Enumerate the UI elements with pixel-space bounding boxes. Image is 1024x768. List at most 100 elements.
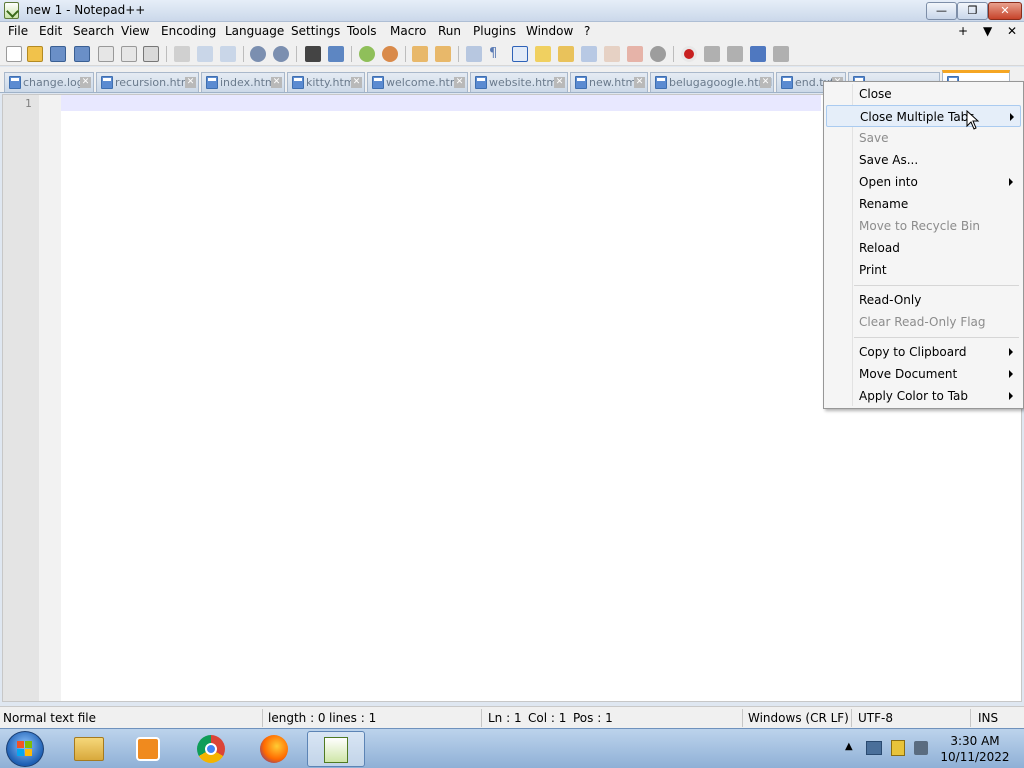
menu-view[interactable]: View — [119, 24, 151, 38]
ctx-clear-read-only-flag[interactable]: Clear Read-Only Flag — [826, 311, 1021, 333]
menu-tools[interactable]: Tools — [345, 24, 379, 38]
action-center-flag-icon[interactable] — [891, 740, 905, 756]
tab-label: website.html — [489, 76, 561, 89]
ctx-save[interactable]: Save — [826, 127, 1021, 149]
sync-horizontal-icon[interactable] — [435, 46, 451, 62]
find-icon[interactable] — [305, 46, 321, 62]
ctx-read-only[interactable]: Read-Only — [826, 289, 1021, 311]
folder-as-workspace-icon[interactable] — [604, 46, 620, 62]
ctx-print[interactable]: Print — [826, 259, 1021, 281]
start-button[interactable] — [6, 731, 44, 767]
ctx-close-multiple-tabs[interactable]: Close Multiple Tabs — [826, 105, 1021, 127]
save-macro-icon[interactable] — [773, 46, 789, 62]
document-icon — [372, 76, 384, 89]
menu-window[interactable]: Window — [524, 24, 575, 38]
tab-welcome-html[interactable]: welcome.html ✕ — [367, 72, 468, 92]
undo-icon[interactable] — [250, 46, 266, 62]
print-icon[interactable] — [143, 46, 159, 62]
save-all-icon[interactable] — [74, 46, 90, 62]
ctx-close[interactable]: Close — [826, 83, 1021, 105]
open-file-icon[interactable] — [27, 46, 43, 62]
tab-index-html[interactable]: index.html ✕ — [201, 72, 285, 92]
tab-belugagoogle-html[interactable]: belugagoogle.html ✕ — [650, 72, 774, 92]
folder-icon — [74, 737, 104, 761]
tab-close-icon[interactable]: ✕ — [351, 77, 362, 88]
taskbar-clock[interactable]: 3:30 AM 10/11/2022 — [940, 733, 1010, 765]
tab-recursion-html[interactable]: recursion.html ✕ — [96, 72, 199, 92]
minimize-button[interactable]: — — [926, 2, 957, 20]
maximize-button[interactable]: ❐ — [957, 2, 988, 20]
clock-time: 3:30 AM — [950, 734, 1000, 748]
tab-new-htm[interactable]: new.htm ✕ — [570, 72, 648, 92]
menu-language[interactable]: Language — [223, 24, 286, 38]
run-macro-multiple-icon[interactable] — [750, 46, 766, 62]
new-file-icon[interactable] — [6, 46, 22, 62]
word-wrap-icon[interactable] — [466, 46, 482, 62]
play-macro-icon[interactable] — [727, 46, 743, 62]
ctx-reload[interactable]: Reload — [826, 237, 1021, 259]
document-icon — [475, 76, 487, 89]
menu-help[interactable]: ? — [582, 24, 592, 38]
taskbar-firefox[interactable] — [245, 731, 303, 767]
menu-macro[interactable]: Macro — [388, 24, 428, 38]
paste-icon[interactable] — [220, 46, 236, 62]
chrome-icon — [197, 735, 225, 763]
zoom-out-icon[interactable] — [382, 46, 398, 62]
ctx-move-to-recycle-bin[interactable]: Move to Recycle Bin — [826, 215, 1021, 237]
tab-website-html[interactable]: website.html ✕ — [470, 72, 568, 92]
menu-encoding[interactable]: Encoding — [159, 24, 218, 38]
close-window-button[interactable]: ✕ — [988, 2, 1022, 20]
sync-vertical-icon[interactable] — [412, 46, 428, 62]
close-file-icon[interactable] — [98, 46, 114, 62]
tab-close-icon[interactable]: ✕ — [634, 77, 645, 88]
doc-switcher-icon[interactable] — [650, 46, 666, 62]
taskbar-notepad-plus-plus[interactable] — [307, 731, 365, 767]
tab-change-log[interactable]: change.log ✕ — [4, 72, 94, 92]
menu-plugins[interactable]: Plugins — [471, 24, 518, 38]
save-icon[interactable] — [50, 46, 66, 62]
menu-edit[interactable]: Edit — [37, 24, 64, 38]
tab-close-icon[interactable]: ✕ — [454, 77, 465, 88]
redo-icon[interactable] — [273, 46, 289, 62]
ctx-apply-color-to-tab[interactable]: Apply Color to Tab — [826, 385, 1021, 407]
tab-kitty-htm[interactable]: kitty.htm ✕ — [287, 72, 365, 92]
ctx-move-document[interactable]: Move Document — [826, 363, 1021, 385]
indent-guide-icon[interactable] — [512, 46, 528, 62]
user-language-icon[interactable] — [535, 46, 551, 62]
network-icon[interactable] — [866, 741, 882, 755]
tab-label: kitty.htm — [306, 76, 355, 89]
new-tab-button[interactable]: + — [958, 24, 968, 38]
ctx-open-into[interactable]: Open into — [826, 171, 1021, 193]
close-tab-button[interactable]: ✕ — [1007, 24, 1017, 38]
copy-icon[interactable] — [197, 46, 213, 62]
doc-map-icon[interactable] — [558, 46, 574, 62]
show-all-characters-icon[interactable]: ¶ — [489, 46, 505, 62]
taskbar-media-player[interactable] — [120, 731, 178, 767]
tab-close-icon[interactable]: ✕ — [554, 77, 565, 88]
replace-icon[interactable] — [328, 46, 344, 62]
show-hidden-icons-button[interactable]: ▲ — [845, 741, 853, 752]
ctx-save-as[interactable]: Save As... — [826, 149, 1021, 171]
tab-close-icon[interactable]: ✕ — [80, 77, 91, 88]
menu-file[interactable]: File — [6, 24, 30, 38]
function-list-icon[interactable] — [581, 46, 597, 62]
ctx-copy-to-clipboard[interactable]: Copy to Clipboard — [826, 341, 1021, 363]
menu-run[interactable]: Run — [436, 24, 463, 38]
monitoring-icon[interactable] — [627, 46, 643, 62]
stop-macro-icon[interactable] — [704, 46, 720, 62]
taskbar-chrome[interactable] — [182, 731, 240, 767]
menu-search[interactable]: Search — [71, 24, 116, 38]
cut-icon[interactable] — [174, 46, 190, 62]
zoom-in-icon[interactable] — [359, 46, 375, 62]
tab-close-icon[interactable]: ✕ — [760, 77, 771, 88]
tab-list-dropdown[interactable]: ▼ — [983, 24, 992, 38]
taskbar-explorer[interactable] — [60, 731, 118, 767]
tab-close-icon[interactable]: ✕ — [185, 77, 196, 88]
volume-icon[interactable] — [914, 741, 928, 755]
close-all-icon[interactable] — [121, 46, 137, 62]
record-macro-icon[interactable] — [681, 46, 697, 62]
tab-close-icon[interactable]: ✕ — [271, 77, 282, 88]
submenu-arrow-icon — [1009, 348, 1013, 356]
ctx-rename[interactable]: Rename — [826, 193, 1021, 215]
menu-settings[interactable]: Settings — [289, 24, 342, 38]
